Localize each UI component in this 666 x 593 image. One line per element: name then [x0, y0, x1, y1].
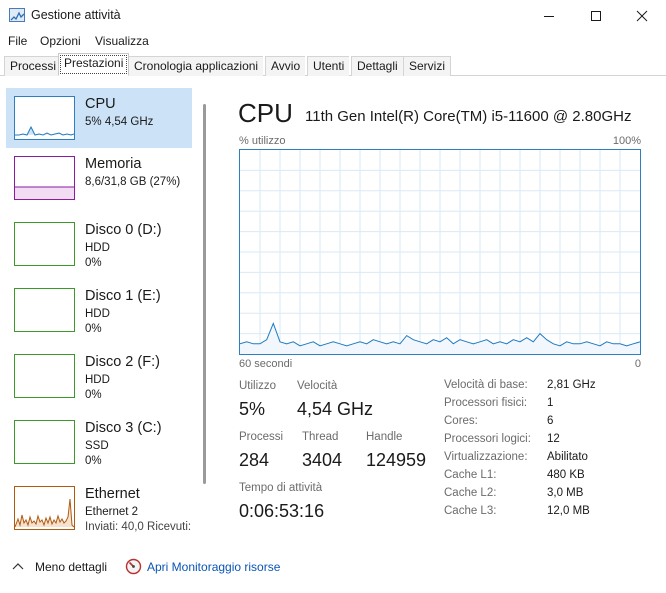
resource-disk-3[interactable]: Disco 3 (C:) SSD 0% [6, 412, 192, 472]
utilization-label: Utilizzo [239, 380, 277, 392]
resource-disk-3-usage: 0% [85, 455, 102, 467]
resource-disk-1-name: Disco 1 (E:) [85, 288, 161, 304]
maximize-icon [591, 11, 601, 21]
tab-startup[interactable]: Avvio [265, 56, 306, 76]
tab-performance[interactable]: Prestazioni [58, 53, 130, 76]
resource-disk-0-usage: 0% [85, 257, 102, 269]
cpu-thumbnail [14, 96, 75, 140]
resource-disk-2-name: Disco 2 (F:) [85, 354, 160, 370]
minimize-button[interactable] [526, 0, 572, 32]
resource-monitor-icon [125, 558, 142, 575]
resource-disk-2-type: HDD [85, 374, 110, 386]
maximize-button[interactable] [573, 0, 619, 32]
disk-0-thumbnail [14, 222, 75, 266]
resource-disk-2-usage: 0% [85, 389, 102, 401]
resource-ethernet[interactable]: Ethernet Ethernet 2 Inviati: 40,0 Ricevu… [6, 478, 192, 538]
resource-memory-usage: 8,6/31,8 GB (27%) [85, 176, 181, 188]
l3-cache-label: Cache L3: [444, 505, 497, 517]
cpu-usage-svg [240, 150, 640, 354]
task-manager-icon [9, 8, 25, 22]
cpu-detail-panel: CPU 11th Gen Intel(R) Core(TM) i5-11600 … [225, 86, 655, 536]
resource-list-scrollbar[interactable] [197, 86, 213, 538]
memory-thumbnail [14, 156, 75, 200]
close-icon [636, 10, 648, 22]
resource-disk-0-name: Disco 0 (D:) [85, 222, 162, 238]
sockets-label: Processori fisici: [444, 397, 528, 409]
resource-ethernet-name: Ethernet [85, 486, 140, 502]
resource-disk-2[interactable]: Disco 2 (F:) HDD 0% [6, 346, 192, 406]
virtualization-label: Virtualizzazione: [444, 451, 528, 463]
uptime-label: Tempo di attività [239, 482, 323, 494]
resource-list: CPU 5% 4,54 GHz Memoria 8,6/31,8 GB (27%… [0, 86, 200, 538]
chart-x-end-label: 0 [634, 358, 641, 370]
processor-name: 11th Gen Intel(R) Core(TM) i5-11600 @ 2.… [305, 108, 632, 125]
l1-cache-label: Cache L1: [444, 469, 497, 481]
speed-value: 4,54 GHz [297, 399, 374, 419]
resource-memory-name: Memoria [85, 156, 142, 172]
resource-disk-1[interactable]: Disco 1 (E:) HDD 0% [6, 280, 192, 340]
uptime-value: 0:06:53:16 [239, 501, 325, 521]
footer-bar: Meno dettagli Apri Monitoraggio risorse [0, 552, 666, 582]
logical-processors-value: 12 [547, 433, 560, 445]
processes-label: Processi [239, 431, 284, 443]
cores-value: 6 [547, 415, 554, 427]
cpu-usage-chart [239, 149, 641, 355]
chart-x-label: 60 secondi [239, 358, 293, 370]
threads-label: Thread [302, 431, 339, 443]
resource-cpu-name: CPU [85, 96, 116, 112]
resource-disk-3-name: Disco 3 (C:) [85, 420, 162, 436]
minimize-icon [544, 16, 554, 17]
resource-disk-0-type: HDD [85, 242, 110, 254]
l2-cache-label: Cache L2: [444, 487, 497, 499]
page-title: CPU [238, 98, 293, 128]
cores-label: Cores: [444, 415, 478, 427]
processes-value: 284 [239, 450, 270, 470]
tab-app-history[interactable]: Cronologia applicazioni [128, 56, 264, 76]
title-bar[interactable]: Gestione attività [0, 0, 666, 32]
open-resource-monitor-link[interactable]: Apri Monitoraggio risorse [147, 560, 280, 574]
l1-cache-value: 480 KB [547, 469, 585, 481]
handles-label: Handle [366, 431, 403, 443]
resource-disk-0[interactable]: Disco 0 (D:) HDD 0% [6, 214, 192, 274]
menu-view[interactable]: Visualizza [95, 34, 149, 48]
chart-y-max-label: 100% [612, 135, 641, 147]
tab-processes[interactable]: Processi [4, 56, 62, 76]
tab-services[interactable]: Servizi [403, 56, 452, 76]
resource-disk-1-usage: 0% [85, 323, 102, 335]
fewer-details-button[interactable]: Meno dettagli [35, 560, 107, 574]
base-speed-label: Velocità di base: [444, 379, 528, 391]
menu-bar: File Opzioni Visualizza [0, 32, 666, 52]
base-speed-value: 2,81 GHz [547, 379, 596, 391]
handles-value: 124959 [366, 450, 427, 470]
threads-value: 3404 [302, 450, 343, 470]
resource-ethernet-throughput: Inviati: 40,0 Ricevuti: [85, 521, 192, 533]
scrollbar-thumb[interactable] [203, 104, 206, 484]
virtualization-value: Abilitato [547, 451, 588, 463]
utilization-value: 5% [239, 399, 266, 419]
resource-memory[interactable]: Memoria 8,6/31,8 GB (27%) [6, 148, 192, 208]
disk-2-thumbnail [14, 354, 75, 398]
resource-disk-1-type: HDD [85, 308, 110, 320]
resource-cpu[interactable]: CPU 5% 4,54 GHz [6, 88, 192, 148]
tab-bar: Processi Prestazioni Cronologia applicaz… [0, 53, 666, 76]
menu-file[interactable]: File [8, 34, 27, 48]
resource-disk-3-type: SSD [85, 440, 109, 452]
menu-options[interactable]: Opzioni [40, 34, 81, 48]
chart-y-label: % utilizzo [239, 135, 286, 147]
speed-label: Velocità [297, 380, 338, 392]
chevron-up-icon[interactable] [12, 561, 24, 571]
sockets-value: 1 [547, 397, 554, 409]
l3-cache-value: 12,0 MB [547, 505, 590, 517]
resource-cpu-usage: 5% 4,54 GHz [85, 116, 154, 128]
disk-1-thumbnail [14, 288, 75, 332]
tab-details[interactable]: Dettagli [351, 56, 403, 76]
disk-3-thumbnail [14, 420, 75, 464]
close-button[interactable] [619, 0, 665, 32]
logical-processors-label: Processori logici: [444, 433, 531, 445]
ethernet-thumbnail [14, 486, 75, 530]
resource-ethernet-adapter: Ethernet 2 [85, 506, 139, 518]
tab-users[interactable]: Utenti [307, 56, 350, 76]
window-title: Gestione attività [31, 8, 121, 22]
l2-cache-value: 3,0 MB [547, 487, 584, 499]
